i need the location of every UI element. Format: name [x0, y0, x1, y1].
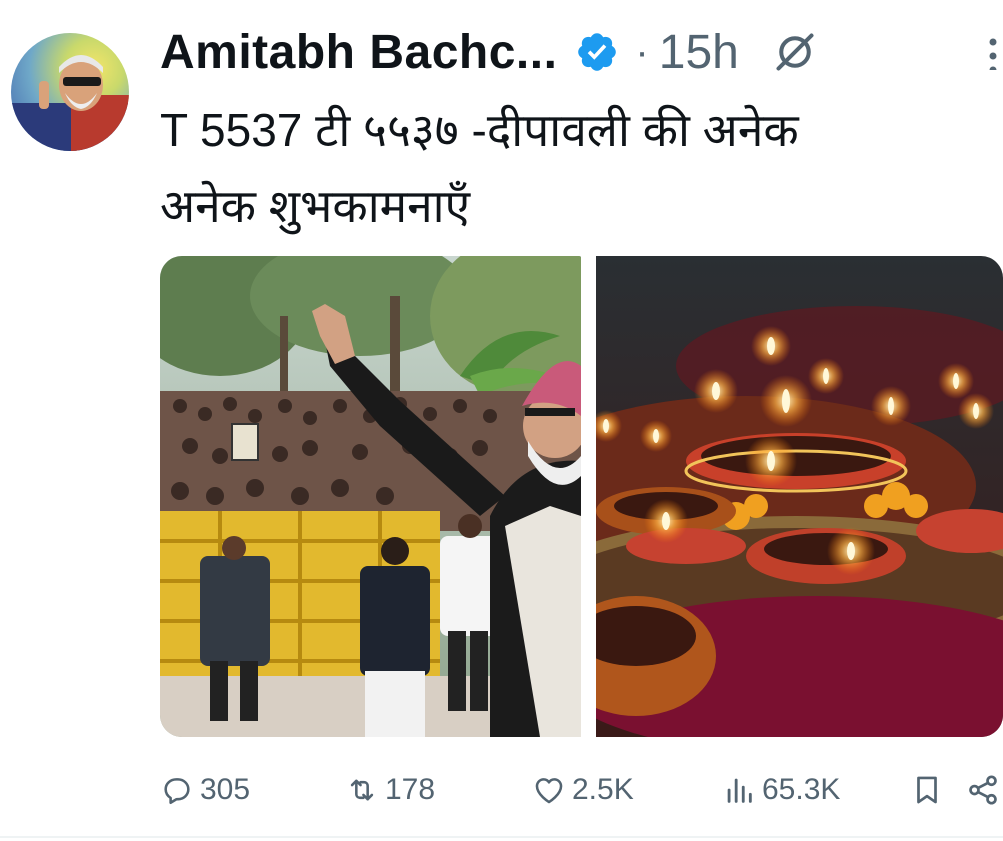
- tweet-photo-crowd[interactable]: [160, 256, 581, 737]
- share-button[interactable]: [966, 762, 1000, 818]
- tweet-text-line: T 5537 टी ५५३७ -दीपावली की अनेक: [160, 104, 799, 156]
- tweet-text-line: अनेक शुभकामनाएँ: [160, 180, 471, 232]
- share-icon: [969, 775, 997, 805]
- avatar-image: [11, 55, 129, 151]
- repost-count: 178: [385, 773, 436, 806]
- tweet-timestamp[interactable]: 15h: [659, 25, 739, 80]
- reply-icon: [164, 778, 190, 805]
- author-name[interactable]: Amitabh Bachc...: [160, 25, 557, 80]
- views-icon: [727, 778, 752, 803]
- repost-button[interactable]: 178: [345, 762, 435, 818]
- like-count: 2.5K: [572, 773, 634, 806]
- photo-diya-lamps: [596, 256, 1003, 737]
- reply-count: 305: [200, 773, 251, 806]
- bookmark-icon: [917, 776, 937, 804]
- photo-crowd-waving: [160, 256, 581, 737]
- repost-icon: [350, 779, 374, 801]
- like-button[interactable]: 2.5K: [532, 762, 634, 818]
- tweet-photo-diyas[interactable]: [596, 256, 1003, 737]
- reply-button[interactable]: 305: [160, 762, 250, 818]
- header-separator: ·: [635, 29, 649, 74]
- grok-icon[interactable]: [773, 30, 817, 74]
- heart-icon: [535, 778, 563, 804]
- more-options-icon[interactable]: [987, 10, 999, 70]
- author-avatar[interactable]: [11, 33, 129, 151]
- tweet-header: Amitabh Bachc... · 15h: [160, 22, 1003, 82]
- verified-badge-icon[interactable]: [575, 30, 619, 74]
- bookmark-button[interactable]: [910, 762, 944, 818]
- tweet-text: T 5537 टी ५५३७ -दीपावली की अनेक अनेक शुभ…: [160, 92, 990, 244]
- tweet-divider: [0, 836, 1003, 838]
- views-count: 65.3K: [762, 773, 841, 806]
- tweet-actions: 305 178 2.5K 65.3K: [0, 762, 1003, 818]
- views-button[interactable]: 65.3K: [722, 762, 840, 818]
